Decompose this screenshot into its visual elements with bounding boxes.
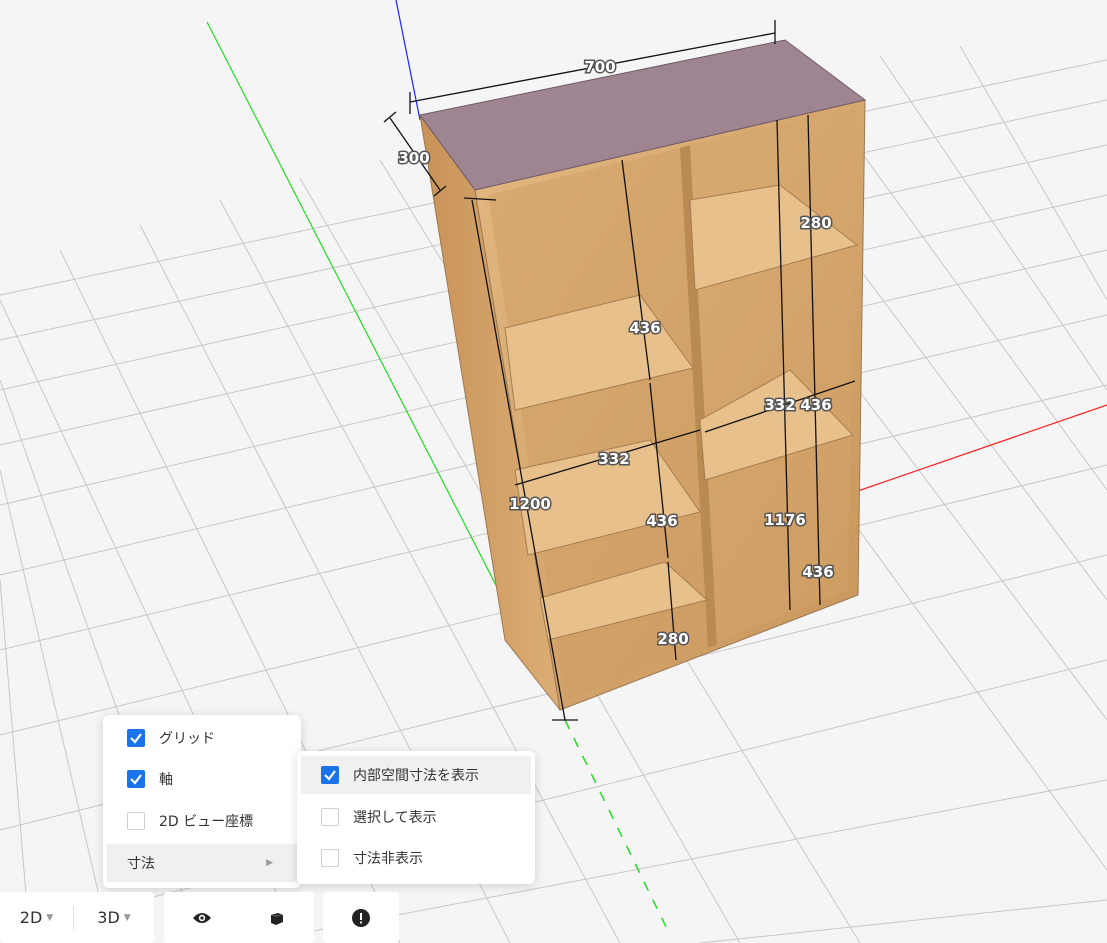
menu-item-label: 軸 xyxy=(159,772,173,788)
alert-icon xyxy=(352,908,370,927)
submenu-arrow-icon: ▶ xyxy=(266,858,273,868)
menu-item-grid[interactable]: グリッド xyxy=(107,719,297,757)
eye-icon xyxy=(192,912,211,923)
alert-group xyxy=(323,892,399,943)
object-view-button[interactable] xyxy=(239,892,314,943)
dim-depth: 300 xyxy=(398,149,429,167)
view-options-menu: グリッド 軸 2D ビュー座標 寸法 ▶ xyxy=(103,715,301,888)
dim-height-left: 1200 xyxy=(509,495,551,513)
dim-left-depth: 332 xyxy=(598,450,629,468)
dimension-submenu: 内部空間寸法を表示 選択して表示 寸法非表示 xyxy=(297,751,535,884)
dim-right-top: 280 xyxy=(800,214,831,232)
menu-item-label: 内部空間寸法を表示 xyxy=(353,768,479,784)
menu-item-axis[interactable]: 軸 xyxy=(107,760,297,798)
dim-right-mid: 436 xyxy=(800,396,831,414)
checkbox-unchecked-icon[interactable] xyxy=(321,808,339,826)
view-tools-group xyxy=(164,892,314,943)
menu-item-label: 2D ビュー座標 xyxy=(159,814,254,830)
checkbox-checked-icon[interactable] xyxy=(321,766,339,784)
menu-item-hide-dimensions[interactable]: 寸法非表示 xyxy=(301,839,531,877)
checkbox-checked-icon[interactable] xyxy=(127,729,145,747)
3d-view-button[interactable]: 3D ▼ xyxy=(74,892,154,943)
checkbox-unchecked-icon[interactable] xyxy=(321,849,339,867)
dim-right-bottom: 436 xyxy=(802,563,833,581)
menu-item-label: 寸法非表示 xyxy=(353,851,423,867)
menu-item-select-to-show[interactable]: 選択して表示 xyxy=(301,798,531,836)
menu-item-2d-coordinates[interactable]: 2D ビュー座標 xyxy=(107,802,297,840)
dim-height-right: 1176 xyxy=(764,511,806,529)
dim-left-top: 436 xyxy=(629,319,660,337)
caret-down-icon: ▼ xyxy=(46,912,54,923)
dim-left-mid: 436 xyxy=(646,512,677,530)
menu-item-label: 寸法 xyxy=(127,856,155,872)
dim-left-bottom: 280 xyxy=(657,630,688,648)
checkbox-checked-icon[interactable] xyxy=(127,770,145,788)
menu-item-label: グリッド xyxy=(159,731,215,747)
3d-label: 3D xyxy=(97,908,120,927)
z-axis-line xyxy=(395,0,421,121)
2d-label: 2D xyxy=(19,908,43,927)
bookshelf-model[interactable] xyxy=(419,39,867,711)
visibility-button[interactable] xyxy=(164,892,239,943)
checkbox-unchecked-icon[interactable] xyxy=(127,812,145,830)
x-axis-line xyxy=(854,404,1107,493)
cube-icon xyxy=(270,912,283,925)
dim-right-depth: 332 xyxy=(764,396,795,414)
menu-item-show-interior-dimensions[interactable]: 内部空間寸法を表示 xyxy=(301,756,531,794)
caret-down-icon: ▼ xyxy=(123,912,131,923)
menu-item-label: 選択して表示 xyxy=(353,810,437,826)
view-mode-group: 2D ▼ 3D ▼ xyxy=(0,892,154,943)
menu-item-dimensions[interactable]: 寸法 ▶ xyxy=(107,844,297,882)
dim-width: 700 xyxy=(584,58,615,76)
2d-view-button[interactable]: 2D ▼ xyxy=(0,892,73,943)
alert-button[interactable] xyxy=(323,892,399,943)
y-axis-dashed xyxy=(564,719,671,936)
